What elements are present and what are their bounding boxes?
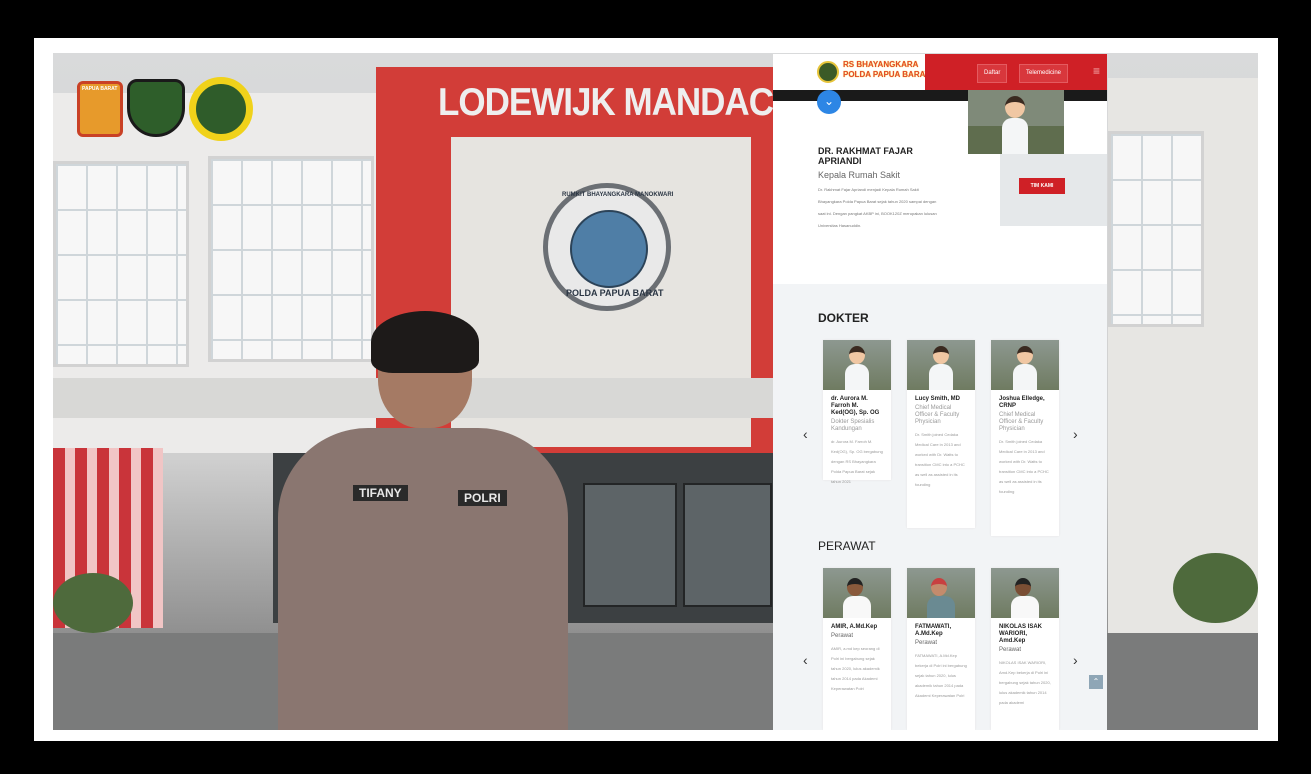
nurse-desc: NIKOLAS ISAK WARIORI, Amd.Kep bekerja di…	[999, 660, 1051, 705]
doctor-illustration	[1002, 96, 1028, 154]
brand-logo-icon[interactable]	[817, 61, 839, 83]
nurses-title: PERAWAT	[818, 539, 876, 553]
window	[1108, 131, 1204, 327]
doctor-photo	[823, 340, 891, 390]
nurse-name: FATMAWATI, A.Md.Kep	[915, 624, 952, 637]
nurse-card[interactable]: FATMAWATI, A.Md.Kep Perawat FATMAWATI, A…	[907, 568, 975, 730]
nurse-photo	[907, 568, 975, 618]
nurses-next-arrow[interactable]: ›	[1073, 652, 1078, 668]
window	[208, 156, 374, 362]
nurse-name: NIKOLAS ISAK WARIORI, Amd.Kep	[999, 624, 1043, 644]
doctor-card[interactable]: Lucy Smith, MD Chief Medical Officer & F…	[907, 340, 975, 528]
person-hair	[371, 311, 479, 373]
doctor-name: Lucy Smith, MD	[915, 396, 961, 402]
glass-door	[583, 483, 677, 607]
navbar: RS BHAYANGKARA POLDA PAPUA BARAT ≡ Dafta…	[773, 54, 1107, 90]
doctor-name: Joshua Elledge, CRNP	[999, 396, 1045, 409]
doctor-desc: Dr. Smith joined Cedaka Medical Care in …	[999, 439, 1049, 494]
papua-barat-label: PAPUA BARAT	[82, 86, 118, 92]
chevron-down-icon[interactable]: ⌄	[817, 90, 841, 114]
name-tag: TIFANY	[353, 485, 408, 501]
doctor-role: Chief Medical Officer & Faculty Physicia…	[999, 412, 1044, 432]
nurse-photo	[991, 568, 1059, 618]
seal-emblem	[570, 210, 648, 288]
doctor-card[interactable]: Joshua Elledge, CRNP Chief Medical Offic…	[991, 340, 1059, 536]
building-title: LODEWIJK MANDACAN	[438, 81, 823, 124]
nurse-card[interactable]: NIKOLAS ISAK WARIORI, Amd.Kep Perawat NI…	[991, 568, 1059, 730]
scroll-to-top-button[interactable]: ⌃	[1089, 675, 1103, 689]
daftar-button[interactable]: Daftar	[977, 64, 1008, 83]
doctor-photo	[991, 340, 1059, 390]
person-torso	[278, 428, 568, 730]
head-of-hospital-name: DR. RAKHMAT FAJAR APRIANDI	[818, 146, 913, 166]
tim-kami-button[interactable]: TIM KAMI	[1019, 178, 1065, 194]
hospital-seal: RUMKIT BHAYANGKARA MANOKWARI POLDA PAPUA…	[543, 183, 674, 311]
head-of-hospital-desc: Dr. Rakhmat Fajar Apriandi menjadi Kepal…	[818, 187, 937, 228]
window	[53, 161, 189, 367]
doctor-desc: Dr. Smith joined Cedaka Medical Care in …	[915, 432, 965, 487]
doctor-card[interactable]: dr. Aurora M. Farroh M. Ked(OG), Sp. OG …	[823, 340, 891, 484]
doctors-prev-arrow[interactable]: ‹	[803, 426, 808, 442]
seal-top-text: RUMKIT BHAYANGKARA MANOKWARI	[562, 192, 674, 198]
doctors-title: DOKTER	[818, 311, 869, 325]
doctor-name: dr. Aurora M. Farroh M. Ked(OG), Sp. OG	[831, 396, 880, 416]
team-section: DOKTER ‹ › dr. Aurora M. Farroh M. Ked(O…	[773, 284, 1107, 730]
rumkit-bhayangkara-logo	[189, 77, 253, 141]
website-panel: RS BHAYANGKARA POLDA PAPUA BARAT ≡ Dafta…	[773, 54, 1107, 730]
nav-red-area: ≡ Daftar Telemedicine	[925, 54, 1107, 90]
brand-name[interactable]: RS BHAYANGKARA POLDA PAPUA BARAT	[843, 60, 930, 80]
brand-line2: POLDA PAPUA BARAT	[843, 70, 930, 79]
nurse-role: Perawat	[831, 633, 854, 639]
doctor-role: Chief Medical Officer & Faculty Physicia…	[915, 405, 960, 425]
nurses-prev-arrow[interactable]: ‹	[803, 652, 808, 668]
nurse-role: Perawat	[999, 647, 1022, 653]
nurse-card[interactable]: AMIR, A.Md.Kep Perawat AMIR, a.md kep se…	[823, 568, 891, 730]
shrub	[1173, 553, 1258, 623]
doctor-photo	[907, 340, 975, 390]
doctor-desc: dr. Aurora M. Farroh M. Ked(OG), Sp. OG …	[831, 439, 883, 484]
nurse-photo	[823, 568, 891, 618]
doctor-role: Dokter Spesialis Kandungan	[831, 419, 875, 432]
doctors-next-arrow[interactable]: ›	[1073, 426, 1078, 442]
seal-bottom-text: POLDA PAPUA BARAT	[566, 288, 664, 298]
papua-barat-logo: PAPUA BARAT	[77, 81, 123, 137]
nurse-desc: FATMAWATI, A.Md.Kep bekerja di Polri ini…	[915, 653, 967, 698]
nurse-name: AMIR, A.Md.Kep	[831, 624, 878, 630]
brand-line1: RS BHAYANGKARA	[843, 60, 919, 69]
hero-photo	[968, 90, 1064, 154]
medical-shield-logo	[127, 79, 185, 137]
unit-tag: POLRI	[458, 490, 507, 506]
glass-door	[683, 483, 772, 607]
telemedicine-button[interactable]: Telemedicine	[1019, 64, 1069, 83]
nurse-role: Perawat	[915, 640, 938, 646]
nurse-desc: AMIR, a.md kep seorang di Polri ini berg…	[831, 646, 880, 691]
hamburger-menu-icon[interactable]: ≡	[1093, 64, 1100, 78]
head-of-hospital-role: Kepala Rumah Sakit	[818, 170, 901, 180]
shrub	[53, 573, 133, 633]
